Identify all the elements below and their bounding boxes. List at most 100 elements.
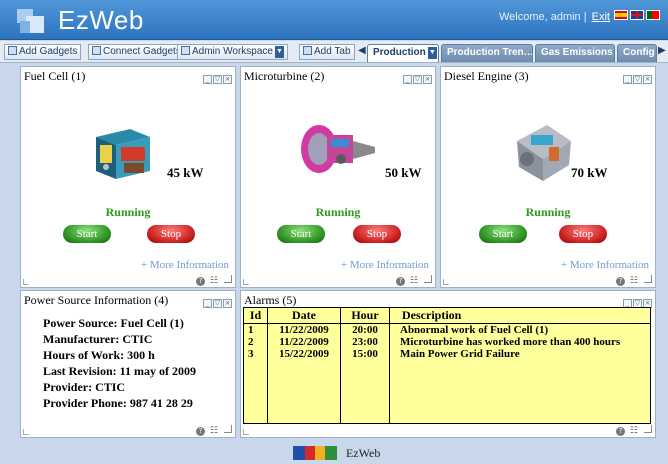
gadget-controls: _ ▽ × xyxy=(402,70,432,84)
spain-flag-icon[interactable] xyxy=(614,10,628,20)
help-icon[interactable]: ? xyxy=(195,277,205,286)
resize-icon[interactable] xyxy=(644,425,652,433)
tab-config[interactable]: Config xyxy=(617,44,657,62)
tab-gas-emissions-label: Gas Emissions xyxy=(541,47,613,58)
resize-corner-icon[interactable] xyxy=(23,279,29,285)
alarm-hour: 20:00 xyxy=(340,323,390,336)
close-icon[interactable]: × xyxy=(223,75,232,84)
connect-gadgets-button[interactable]: Connect Gadgets xyxy=(88,44,185,60)
workspace-select[interactable]: Admin Workspace ▼ xyxy=(177,44,288,60)
gadget-title: Microturbine (2) xyxy=(244,69,325,83)
column-header-hour: Hour xyxy=(340,307,390,324)
empty-row xyxy=(243,360,651,424)
help-icon[interactable]: ? xyxy=(395,277,405,286)
gadget-title: Diesel Engine (3) xyxy=(444,69,529,83)
alarms-table: Id Date Hour Description 1 11/22/2009 20… xyxy=(243,307,651,424)
add-gadgets-button[interactable]: Add Gadgets xyxy=(4,44,82,60)
power-source-line: Power Source: Fuel Cell (1) xyxy=(43,316,184,330)
resize-corner-icon[interactable] xyxy=(23,429,29,435)
tab-production-label: Production xyxy=(373,47,426,58)
welcome-text: Welcome, admin | Exit xyxy=(499,11,610,23)
gadget-footer: ? ☷ xyxy=(615,425,652,436)
collapse-icon[interactable]: ▽ xyxy=(633,75,642,84)
settings-icon[interactable]: ☷ xyxy=(630,276,638,286)
start-button[interactable]: Start xyxy=(479,225,527,243)
close-icon[interactable]: × xyxy=(643,75,652,84)
tabs-scroll-left-icon[interactable]: ◀ xyxy=(358,45,366,56)
app-footer: EzWeb xyxy=(0,442,668,464)
tab-menu-icon[interactable]: ▼ xyxy=(427,47,437,59)
resize-corner-icon[interactable] xyxy=(243,429,249,435)
empty-cell xyxy=(389,360,651,424)
table-row[interactable]: 1 11/22/2009 20:00 Abnormal work of Fuel… xyxy=(243,323,651,336)
more-information-link[interactable]: + More Information xyxy=(141,259,229,271)
empty-cell xyxy=(340,360,390,424)
workspace-icon xyxy=(181,46,190,55)
gadget-title: Alarms (5) xyxy=(244,293,297,307)
settings-icon[interactable]: ☷ xyxy=(210,276,218,286)
workspace-dropdown-icon: ▼ xyxy=(274,46,284,58)
tab-production-trends[interactable]: Production Tren… xyxy=(441,44,533,62)
empty-cell xyxy=(243,360,268,424)
settings-icon[interactable]: ☷ xyxy=(410,276,418,286)
start-button[interactable]: Start xyxy=(277,225,325,243)
more-information-link[interactable]: + More Information xyxy=(341,259,429,271)
table-row[interactable]: 3 15/22/2009 15:00 Main Power Grid Failu… xyxy=(243,348,651,360)
alarm-description: Microturbine has worked more than 400 ho… xyxy=(389,336,651,348)
resize-corner-icon[interactable] xyxy=(243,279,249,285)
alarm-date: 11/22/2009 xyxy=(267,336,341,348)
status-label: Running xyxy=(315,205,361,219)
minimize-icon[interactable]: _ xyxy=(203,75,212,84)
gadget-footer: ? ☷ xyxy=(395,275,432,286)
more-information-link[interactable]: + More Information xyxy=(561,259,649,271)
alarm-date: 11/22/2009 xyxy=(267,323,341,336)
power-output: 50 kW xyxy=(385,165,422,180)
close-icon[interactable]: × xyxy=(223,299,232,308)
table-row[interactable]: 2 11/22/2009 23:00 Microturbine has work… xyxy=(243,336,651,348)
add-tab-icon xyxy=(303,46,312,55)
settings-icon[interactable]: ☷ xyxy=(630,426,638,436)
tab-production[interactable]: Production ▼ xyxy=(367,44,439,62)
resize-icon[interactable] xyxy=(224,425,232,433)
collapse-icon[interactable]: ▽ xyxy=(413,75,422,84)
gadget-controls: _ ▽ × xyxy=(202,294,232,308)
stop-button[interactable]: Stop xyxy=(559,225,607,243)
gadget-footer: ? ☷ xyxy=(615,275,652,286)
stop-button[interactable]: Stop xyxy=(353,225,401,243)
minimize-icon[interactable]: _ xyxy=(623,75,632,84)
collapse-icon[interactable]: ▽ xyxy=(213,299,222,308)
start-button[interactable]: Start xyxy=(63,225,111,243)
manufacturer-line: Manufacturer: CTIC xyxy=(43,332,153,346)
gadget-footer: ? ☷ xyxy=(195,275,232,286)
ezweb-footer-logo-icon xyxy=(293,446,337,460)
stop-button[interactable]: Stop xyxy=(147,225,195,243)
resize-icon[interactable] xyxy=(644,275,652,283)
uk-flag-icon[interactable] xyxy=(630,10,644,20)
column-header-description: Description xyxy=(389,307,651,324)
collapse-icon[interactable]: ▽ xyxy=(213,75,222,84)
help-icon[interactable]: ? xyxy=(615,427,625,436)
settings-icon[interactable]: ☷ xyxy=(210,426,218,436)
tabs-scroll-right-icon[interactable]: ▶ xyxy=(658,45,666,56)
tab-production-trends-label: Production Tren… xyxy=(447,47,533,58)
portugal-flag-icon[interactable] xyxy=(646,10,660,20)
tab-gas-emissions[interactable]: Gas Emissions xyxy=(535,44,615,62)
alarm-id: 1 xyxy=(243,323,268,336)
resize-corner-icon[interactable] xyxy=(443,279,449,285)
gadget-controls: _ ▽ × xyxy=(622,70,652,84)
add-tab-button[interactable]: Add Tab xyxy=(299,44,355,60)
power-output: 70 kW xyxy=(571,165,608,180)
alarms-header-row: Id Date Hour Description xyxy=(243,307,651,324)
add-tab-label: Add Tab xyxy=(314,46,351,57)
resize-icon[interactable] xyxy=(224,275,232,283)
help-icon[interactable]: ? xyxy=(195,427,205,436)
footer-brand: EzWeb xyxy=(346,446,381,460)
alarm-description: Main Power Grid Failure xyxy=(389,348,651,360)
alarm-date: 15/22/2009 xyxy=(267,348,341,360)
resize-icon[interactable] xyxy=(424,275,432,283)
close-icon[interactable]: × xyxy=(423,75,432,84)
minimize-icon[interactable]: _ xyxy=(403,75,412,84)
help-icon[interactable]: ? xyxy=(615,277,625,286)
exit-link[interactable]: Exit xyxy=(592,11,610,23)
minimize-icon[interactable]: _ xyxy=(203,299,212,308)
